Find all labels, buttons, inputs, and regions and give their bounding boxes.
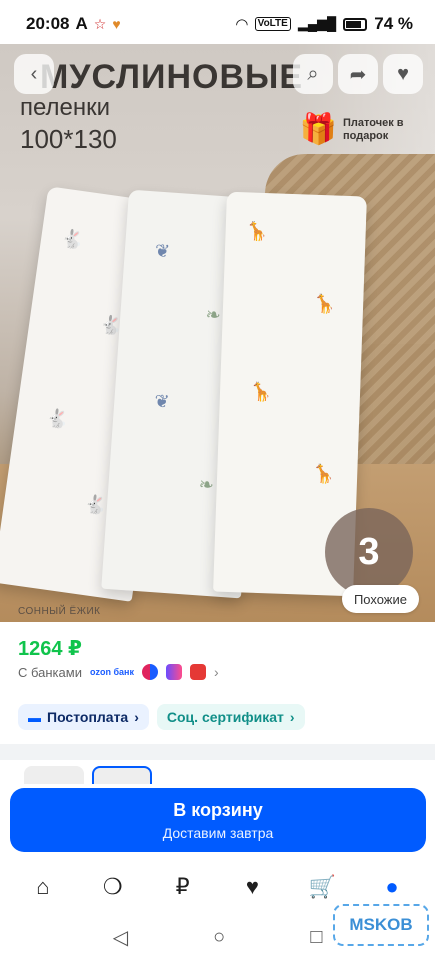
ruble-icon[interactable]: ₽	[163, 867, 203, 907]
card-icon: ▬	[28, 709, 41, 725]
gift-text: Платочек в подарок	[343, 116, 404, 142]
favorites-icon[interactable]: ♥	[232, 867, 272, 907]
similar-button[interactable]: Похожие	[341, 585, 419, 613]
bank-offers-row[interactable]: С банками ozon банк ›	[18, 664, 219, 680]
giraffe-pattern-icon: 🦒	[249, 381, 273, 403]
gift-icon: 🎁	[299, 113, 337, 146]
status-right: ◠ VoLTE ▂▄▆█ 74 %	[236, 14, 413, 34]
ozon-bank-logo: ozon банк	[89, 666, 134, 677]
profile-icon[interactable]: ●	[372, 867, 412, 907]
bottom-tab-bar: ⌂ ❍ ₽ ♥ 🛒 ●	[0, 866, 435, 908]
leaf-pattern-icon: ❧	[204, 304, 222, 326]
gift-badge: 🎁 Платочек в подарок	[300, 112, 415, 147]
postpay-label: Постоплата	[47, 709, 129, 725]
add-to-cart-label: В корзину	[173, 799, 263, 820]
variant-thumbnail[interactable]	[92, 766, 152, 784]
leaf-pattern-icon: ❦	[154, 240, 171, 262]
chevron-right-icon: ›	[134, 709, 139, 725]
add-to-cart-button[interactable]: В корзину Доставим завтра	[10, 788, 426, 852]
notification-star-icon: ☆	[93, 15, 107, 32]
bunny-pattern-icon: 🐇	[83, 493, 109, 517]
fresh-icon[interactable]: ❍	[93, 867, 133, 907]
social-certificate-chip[interactable]: Соц. сертификат ›	[156, 704, 305, 730]
signal-icon: ▂▄▆█	[297, 16, 337, 31]
battery-percent: 74 %	[374, 14, 413, 33]
bank-logo-2	[165, 664, 182, 680]
giraffe-pattern-icon: 🦒	[312, 293, 336, 315]
volte-badge: VoLTE	[254, 17, 291, 31]
hero-size: 100*130	[20, 124, 117, 154]
chevron-right-icon: ›	[213, 664, 219, 680]
variant-thumbnail[interactable]	[24, 766, 84, 784]
chevron-right-icon: ›	[289, 709, 295, 725]
watermark-logo: MSKOB	[333, 904, 429, 946]
giraffe-pattern-icon: 🦒	[245, 221, 269, 243]
banks-label: С банками	[18, 664, 82, 680]
bunny-pattern-icon: 🐇	[44, 407, 70, 431]
bank-logo-3	[189, 664, 206, 680]
search-button[interactable]: ⌕	[293, 54, 333, 94]
social-certificate-label: Соц. сертификат	[166, 709, 284, 725]
leaf-pattern-icon: ❦	[153, 390, 171, 412]
product-image[interactable]: 🐇 🐇 🐇 🐇 ❦ ❧ ❦ ❧ 🦒 🦒 🦒 🦒 МУСЛИНОВЫЕ пелен…	[0, 44, 435, 622]
status-left: 20:08 A ☆ ♥	[26, 14, 121, 34]
hero-subtitle: пеленки	[20, 94, 111, 121]
recents-nav-icon[interactable]: □	[310, 926, 322, 949]
brand-logo: СОННЫЙ ЁЖИК	[18, 606, 101, 617]
payment-chips: ▬ Постоплата › Соц. сертификат ›	[18, 704, 305, 730]
clock: 20:08	[26, 14, 70, 33]
cart-icon[interactable]: 🛒	[302, 867, 342, 907]
price: 1264 ₽	[18, 638, 82, 660]
postpay-chip[interactable]: ▬ Постоплата ›	[18, 704, 149, 730]
hero-title: МУСЛИНОВЫЕ	[40, 58, 303, 96]
leaf-pattern-icon: ❧	[198, 474, 215, 496]
favorite-button[interactable]: ♥	[383, 54, 423, 94]
bank-logo-1	[141, 664, 158, 680]
notification-app-icon: ♥	[112, 16, 121, 32]
home-icon[interactable]: ⌂	[23, 867, 63, 907]
delivery-label: Доставим завтра	[162, 824, 274, 841]
bunny-pattern-icon: 🐇	[60, 227, 86, 251]
giraffe-pattern-icon: 🦒	[311, 463, 335, 485]
back-nav-icon[interactable]: ◁	[113, 925, 128, 950]
battery-icon	[343, 17, 368, 31]
share-button[interactable]: ➦	[338, 54, 378, 94]
wifi-icon: ◠	[236, 16, 248, 33]
notification-a-icon: A	[75, 14, 88, 33]
home-nav-icon[interactable]: ○	[213, 926, 225, 949]
back-button[interactable]: ‹	[14, 54, 54, 94]
pack-count-badge: 3	[325, 508, 413, 596]
section-divider	[0, 744, 435, 760]
status-bar: 20:08 A ☆ ♥ ◠ VoLTE ▂▄▆█ 74 %	[0, 0, 435, 48]
